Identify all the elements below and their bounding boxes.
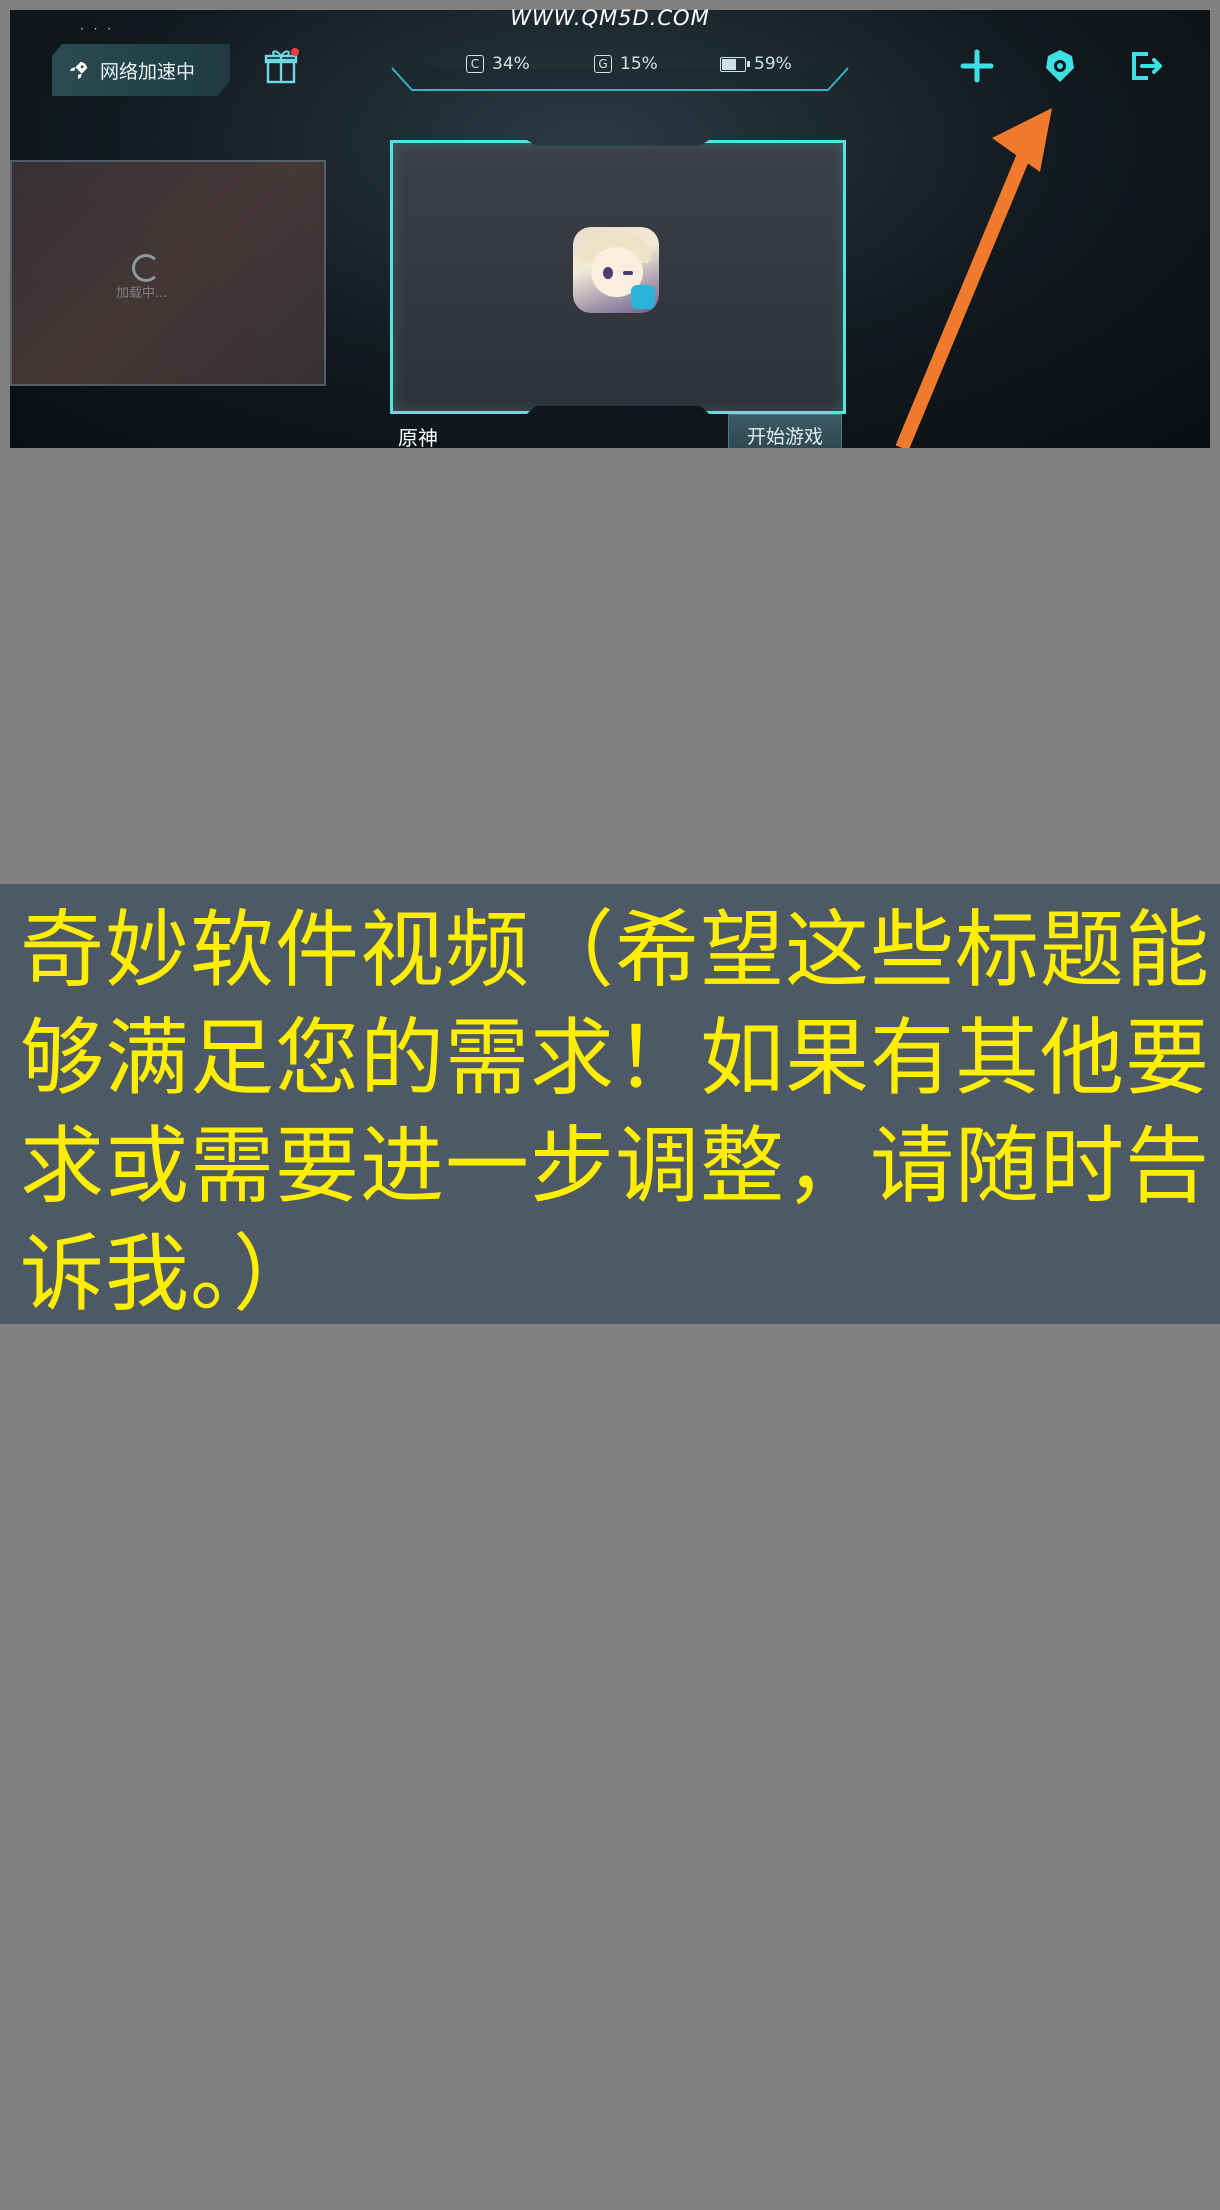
caption-banner: 奇妙软件视频（希望这些标题能够满足您的需求！如果有其他要求或需要进一步调整，请随… xyxy=(0,884,1220,1324)
game-card-loading[interactable]: 加载中... xyxy=(10,160,326,386)
game-card-selected[interactable] xyxy=(390,140,846,414)
game-title: 原神 xyxy=(398,426,438,448)
cpu-badge: C xyxy=(466,55,484,73)
caption-text: 奇妙软件视频（希望这些标题能够满足您的需求！如果有其他要求或需要进一步调整，请随… xyxy=(20,901,1211,1323)
gift-icon[interactable] xyxy=(264,46,300,86)
shield-gear-icon[interactable] xyxy=(1040,46,1080,86)
plus-icon[interactable] xyxy=(957,46,997,86)
system-stats-bar: C 34% G 15% 59% xyxy=(390,30,850,102)
rocket-icon xyxy=(68,59,90,81)
gpu-value: 15% xyxy=(620,54,658,74)
loading-spinner-icon xyxy=(132,254,160,282)
battery-stat: 59% xyxy=(720,54,792,74)
exit-icon[interactable] xyxy=(1126,46,1166,86)
watermark: WWW.QM5D.COM xyxy=(510,6,710,30)
game-app-icon xyxy=(573,227,659,313)
cpu-stat: C 34% xyxy=(466,54,530,74)
gpu-stat: G 15% xyxy=(594,54,658,74)
tv-badge-icon xyxy=(631,285,655,309)
network-accelerate-button[interactable]: 网络加速中 xyxy=(52,44,230,96)
battery-value: 59% xyxy=(754,54,792,74)
battery-icon xyxy=(720,56,750,72)
accelerate-label: 网络加速中 xyxy=(100,60,196,83)
gpu-badge: G xyxy=(594,55,612,73)
cpu-value: 34% xyxy=(492,54,530,74)
loading-label: 加载中... xyxy=(116,286,168,301)
start-game-button[interactable]: 开始游戏 xyxy=(728,414,842,448)
game-launcher-screenshot: · · · 网络加速中 C 34% G 15% 59% 加载中... 原神 开始… xyxy=(10,10,1210,448)
